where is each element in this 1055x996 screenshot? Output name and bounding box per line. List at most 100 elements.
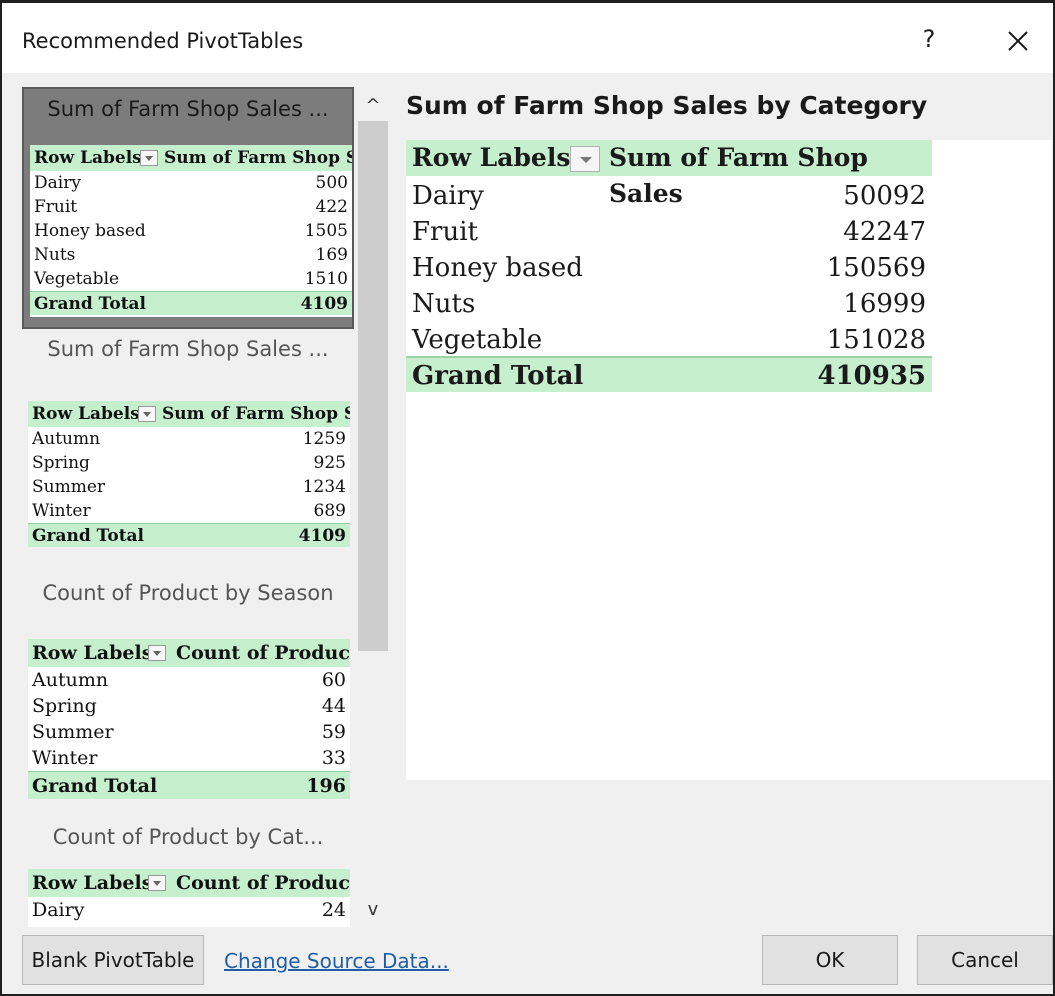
- mini-table-header: Row Labels Count of Product: [28, 639, 350, 667]
- close-button[interactable]: [1000, 23, 1036, 59]
- row-value: 1505: [304, 221, 348, 241]
- help-button[interactable]: ?: [914, 25, 944, 59]
- mini-header-row-labels: Row Labels: [34, 148, 142, 168]
- row-label: Winter: [32, 501, 91, 521]
- mini-header-row-labels: Row Labels: [32, 404, 140, 424]
- row-label: Summer: [32, 477, 106, 497]
- row-value: 60: [321, 669, 346, 691]
- table-row: Nuts 169: [30, 243, 352, 267]
- row-value: 410935: [817, 361, 926, 391]
- title-bar: Recommended PivotTables ?: [2, 3, 1053, 73]
- row-value: 42247: [843, 217, 926, 247]
- row-value: 33: [321, 747, 346, 769]
- filter-dropdown-icon: [570, 146, 600, 172]
- recommendation-title: Sum of Farm Shop Sales ...: [47, 97, 329, 121]
- cancel-button[interactable]: Cancel: [917, 935, 1053, 985]
- row-label: Vegetable: [34, 269, 120, 289]
- table-row: Winter 689: [28, 499, 350, 523]
- recommendation-item-1[interactable]: Sum of Farm Shop Sales ... Row Labels Su…: [22, 87, 354, 329]
- mini-header-row-labels: Row Labels: [32, 872, 153, 894]
- recommendation-item-2[interactable]: Sum of Farm Shop Sales ... Row Labels Su…: [22, 333, 354, 555]
- row-label: Honey based: [34, 221, 146, 241]
- row-value: 4109: [300, 294, 348, 314]
- change-source-data-link[interactable]: Change Source Data...: [224, 949, 449, 973]
- recommended-pivottables-dialog: Recommended PivotTables ? Sum of Farm Sh…: [0, 0, 1055, 996]
- row-value: 4109: [298, 526, 346, 546]
- row-label: Grand Total: [32, 775, 158, 797]
- row-label: Nuts: [34, 245, 76, 265]
- table-row: Autumn 60: [28, 667, 350, 693]
- row-value: 169: [315, 245, 348, 265]
- mini-table-header: Row Labels Sum of Farm Shop Sa: [30, 145, 352, 171]
- grand-total-row: Grand Total 4109: [30, 291, 352, 315]
- ok-button[interactable]: OK: [762, 935, 898, 985]
- row-label: Winter: [32, 747, 98, 769]
- row-label: Grand Total: [412, 361, 584, 391]
- filter-dropdown-icon: [148, 645, 166, 661]
- table-row: Dairy 24: [28, 897, 350, 923]
- filter-dropdown-icon: [138, 406, 156, 422]
- filter-dropdown-icon: [140, 150, 158, 166]
- table-row: Spring 44: [28, 693, 350, 719]
- mini-header-value: Count of Product: [176, 872, 350, 894]
- header-row-labels: Row Labels: [412, 143, 571, 172]
- row-label: Spring: [32, 453, 90, 473]
- row-value: 50092: [843, 181, 926, 211]
- dialog-title: Recommended PivotTables: [22, 29, 304, 53]
- row-value: 151028: [826, 325, 926, 355]
- row-value: 689: [313, 501, 346, 521]
- table-row: Dairy 50092: [406, 178, 932, 214]
- scroll-up-icon[interactable]: ^: [358, 91, 388, 121]
- row-value: 24: [321, 899, 346, 921]
- row-label: Autumn: [32, 669, 109, 691]
- mini-pivot-table: Row Labels Sum of Farm Shop Sa Dairy 500 …: [30, 145, 352, 317]
- recommendation-list[interactable]: Sum of Farm Shop Sales ... Row Labels Su…: [22, 87, 356, 927]
- table-row: Honey based 1505: [30, 219, 352, 243]
- mini-header-value: Sum of Farm Shop Sa: [164, 148, 352, 168]
- scroll-down-icon[interactable]: v: [358, 895, 388, 925]
- row-value: 44: [321, 695, 346, 717]
- blank-pivottable-button[interactable]: Blank PivotTable: [22, 935, 204, 985]
- row-label: Fruit: [412, 217, 478, 247]
- recommendation-item-3[interactable]: Count of Product by Season Row Labels Co…: [22, 577, 354, 805]
- row-value: 925: [313, 453, 346, 473]
- row-label: Grand Total: [34, 294, 147, 314]
- row-label: Grand Total: [32, 526, 145, 546]
- table-row: Honey based 150569: [406, 250, 932, 286]
- preview-table-header: Row Labels Sum of Farm Shop Sales: [406, 140, 932, 208]
- recommendation-title: Count of Product by Season: [42, 581, 334, 605]
- table-row: Nuts 16999: [406, 286, 932, 322]
- row-value: 16999: [843, 289, 926, 319]
- table-row: Autumn 1259: [28, 427, 350, 451]
- recommendation-item-4[interactable]: Count of Product by Cat... Row Labels Co…: [22, 821, 354, 927]
- filter-dropdown-icon: [148, 875, 166, 891]
- row-value: 196: [306, 775, 346, 797]
- table-row: Winter 33: [28, 745, 350, 771]
- grand-total-row: Grand Total 410935: [406, 356, 932, 392]
- row-label: Dairy: [412, 181, 484, 211]
- table-row: Fruit 422: [30, 195, 352, 219]
- mini-header-value: Count of Product: [176, 642, 350, 664]
- table-row: Summer 1234: [28, 475, 350, 499]
- row-label: Autumn: [32, 429, 101, 449]
- scrollbar-thumb[interactable]: [358, 121, 388, 651]
- mini-pivot-table: Row Labels Sum of Farm Shop Sa Autumn 125…: [28, 401, 350, 547]
- mini-pivot-table: Row Labels Count of Product Autumn 60 Spr…: [28, 639, 350, 799]
- row-value: 1510: [304, 269, 348, 289]
- recommendation-title: Count of Product by Cat...: [52, 825, 324, 849]
- row-value: 1234: [302, 477, 346, 497]
- row-value: 150569: [826, 253, 926, 283]
- close-icon: [1008, 31, 1028, 51]
- row-label: Summer: [32, 721, 114, 743]
- table-row: Spring 925: [28, 451, 350, 475]
- row-label: Spring: [32, 695, 97, 717]
- mini-header-value: Sum of Farm Shop Sa: [162, 404, 350, 424]
- grand-total-row: Grand Total 4109: [28, 523, 350, 547]
- list-scrollbar[interactable]: ^ v: [358, 87, 388, 927]
- row-label: Honey based: [412, 253, 583, 283]
- mini-header-row-labels: Row Labels: [32, 642, 153, 664]
- grand-total-row: Grand Total 196: [28, 771, 350, 799]
- mini-pivot-table: Row Labels Count of Product Dairy 24: [28, 869, 350, 927]
- row-value: 422: [315, 197, 348, 217]
- mini-table-header: Row Labels Count of Product: [28, 869, 350, 897]
